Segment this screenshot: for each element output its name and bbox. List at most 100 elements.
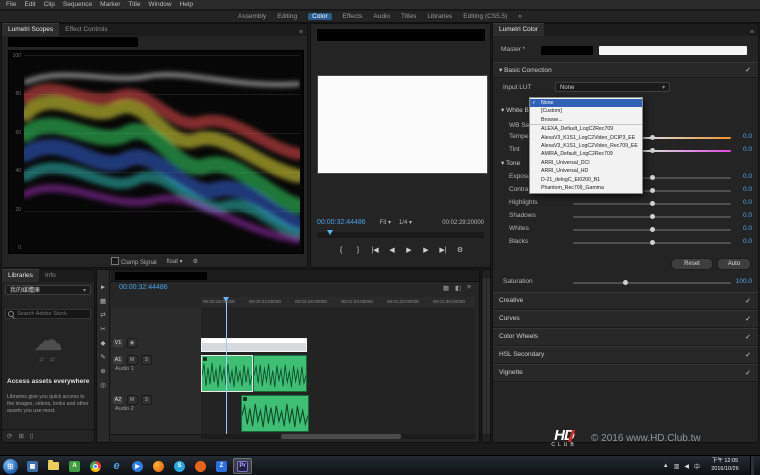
- show-desktop-button[interactable]: [750, 456, 754, 475]
- reset-button[interactable]: Reset: [671, 258, 713, 270]
- section-enabled-check-icon[interactable]: ✓: [745, 315, 751, 323]
- ie-icon[interactable]: e: [107, 458, 126, 474]
- library-search-input[interactable]: [5, 309, 91, 319]
- track-select-tool-icon[interactable]: ▦: [100, 297, 106, 305]
- premiere-icon[interactable]: Pr: [233, 458, 252, 474]
- whites-slider[interactable]: [573, 229, 731, 231]
- input-lut-dropdown[interactable]: None ▾: [555, 82, 670, 92]
- playhead-caret-icon[interactable]: [327, 230, 333, 235]
- section-enabled-check-icon[interactable]: ✓: [745, 351, 751, 359]
- tab-lumetri-color[interactable]: Lumetri Color: [493, 23, 544, 36]
- workspace-tab-color[interactable]: Color: [308, 13, 332, 20]
- lut-menu-item[interactable]: ALEXA_Default_LogC2Rec709: [530, 125, 642, 133]
- section-enabled-check-icon[interactable]: ✓: [745, 66, 751, 74]
- timeline-scrollbar[interactable]: [201, 434, 475, 439]
- track-lane-v1[interactable]: [201, 337, 475, 355]
- lut-menu-item[interactable]: ARRI_Universal_DCI: [530, 159, 642, 167]
- menu-sequence[interactable]: Sequence: [63, 1, 92, 8]
- tray-expand-icon[interactable]: ▲: [663, 463, 669, 469]
- taskbar-clock[interactable]: 下午 12:05 2016/10/26: [705, 458, 745, 473]
- section-color-wheels[interactable]: Color Wheels ✓: [493, 328, 758, 346]
- track-lane-v3[interactable]: [201, 307, 475, 323]
- lut-menu-item[interactable]: AMIRA_Default_LogC2Rec709: [530, 150, 642, 158]
- taskbar-grid-icon[interactable]: ▦: [23, 458, 42, 474]
- audio-clip[interactable]: [201, 355, 253, 392]
- ripple-edit-tool-icon[interactable]: ⇄: [100, 311, 105, 319]
- auto-button[interactable]: Auto: [717, 258, 751, 270]
- start-button[interactable]: ⊞: [3, 459, 18, 474]
- program-scrub-bar[interactable]: [317, 232, 484, 238]
- export-frame-button[interactable]: ⚙: [455, 246, 465, 254]
- timeline-timecode[interactable]: 00:00:32:44486: [119, 284, 168, 291]
- slider-handle[interactable]: [650, 135, 655, 140]
- mark-in-button[interactable]: {: [336, 247, 346, 254]
- lut-menu-item-custom[interactable]: [Custom]: [530, 107, 642, 115]
- library-add-icon[interactable]: ⊞: [18, 432, 23, 440]
- zoom-tool-icon[interactable]: ◎: [100, 381, 106, 389]
- lut-menu-item[interactable]: ARRI_Universal_HD: [530, 167, 642, 175]
- section-creative[interactable]: Creative ✓: [493, 292, 758, 310]
- playback-resolution-dropdown[interactable]: 1/4 ▾: [399, 219, 412, 226]
- firefox-icon[interactable]: [149, 458, 168, 474]
- track-target-v1[interactable]: V1: [113, 339, 123, 347]
- lut-menu-item[interactable]: D-21_delogC_EI0200_B1: [530, 176, 642, 184]
- menu-clip[interactable]: Clip: [44, 1, 55, 8]
- section-vignette[interactable]: Vignette ✓: [493, 364, 758, 382]
- slider-handle[interactable]: [650, 148, 655, 153]
- taskbar-app-green-icon[interactable]: A: [65, 458, 84, 474]
- track-target-a2[interactable]: A2: [113, 396, 123, 404]
- explorer-icon[interactable]: [44, 458, 63, 474]
- panel-menu-icon[interactable]: ≡: [750, 29, 758, 36]
- slip-tool-icon[interactable]: ◆: [101, 339, 106, 347]
- audio-clip[interactable]: [241, 395, 309, 432]
- track-lane-v2[interactable]: [201, 322, 475, 338]
- redacted-sequence-tab[interactable]: [115, 272, 207, 280]
- library-delete-icon[interactable]: ▯: [30, 432, 34, 440]
- workspace-tab-audio[interactable]: Audio: [373, 13, 390, 20]
- mark-out-button[interactable]: }: [353, 247, 363, 254]
- step-back-button[interactable]: ◀: [387, 246, 397, 254]
- workspace-tab-libraries[interactable]: Libraries: [427, 13, 452, 20]
- scope-format-dropdown[interactable]: float ▾: [167, 258, 183, 265]
- program-timecode[interactable]: 00:00:32:44486: [317, 219, 366, 226]
- section-enabled-check-icon[interactable]: ✓: [745, 369, 751, 377]
- section-basic-correction[interactable]: ▾ Basic Correction ✓: [493, 62, 758, 78]
- mute-toggle[interactable]: M: [127, 395, 138, 405]
- workspace-tab-editing[interactable]: Editing: [277, 13, 297, 20]
- lut-menu-item[interactable]: AlexaV3_K1S1_LogC2Video_DCIP3_EE: [530, 134, 642, 142]
- timeline-settings-icon[interactable]: ≡: [467, 284, 471, 292]
- lut-menu-item[interactable]: Phantom_Rec709_Gamma: [530, 184, 642, 192]
- pen-tool-icon[interactable]: ✎: [100, 353, 105, 361]
- menu-help[interactable]: Help: [180, 1, 193, 8]
- fit-dropdown[interactable]: Fit ▾: [380, 219, 391, 226]
- blacks-slider[interactable]: [573, 242, 731, 244]
- timeline-playhead-caret[interactable]: [223, 297, 229, 302]
- section-enabled-check-icon[interactable]: ✓: [745, 333, 751, 341]
- shadows-slider[interactable]: [573, 216, 731, 218]
- clamp-signal-toggle[interactable]: Clamp Signal: [111, 257, 157, 266]
- workspace-tab-titles[interactable]: Titles: [401, 13, 416, 20]
- tray-ime-icon[interactable]: 中: [694, 462, 700, 471]
- mute-toggle[interactable]: M: [127, 355, 138, 365]
- play-button[interactable]: ▶: [404, 246, 414, 254]
- solo-toggle[interactable]: S: [141, 355, 152, 365]
- temperature-value[interactable]: 0.0: [743, 133, 752, 140]
- workspace-tab-effects[interactable]: Effects: [343, 13, 363, 20]
- scrollbar-thumb[interactable]: [281, 434, 401, 439]
- snap-icon[interactable]: ▦: [443, 284, 449, 292]
- tab-effect-controls[interactable]: Effect Controls: [59, 24, 114, 36]
- timeline-playhead[interactable]: [226, 302, 227, 434]
- menu-title[interactable]: Title: [128, 1, 140, 8]
- section-hsl-secondary[interactable]: HSL Secondary ✓: [493, 346, 758, 364]
- panel-menu-icon[interactable]: ≡: [299, 29, 307, 36]
- scope-settings-icon[interactable]: ⚙: [193, 258, 198, 265]
- track-target-a1[interactable]: A1: [113, 356, 123, 364]
- lut-menu-item-none[interactable]: ✓None: [530, 99, 642, 107]
- tint-value[interactable]: 0.0: [743, 146, 752, 153]
- menu-window[interactable]: Window: [148, 1, 171, 8]
- lut-menu-item-browse[interactable]: Browse...: [530, 116, 642, 125]
- lut-menu-item[interactable]: AlexaV3_K1S1_LogC2Video_Rec709_EE: [530, 142, 642, 150]
- solo-toggle[interactable]: S: [141, 395, 152, 405]
- video-clip[interactable]: [201, 338, 307, 352]
- track-visibility-icon[interactable]: ◉: [127, 338, 138, 348]
